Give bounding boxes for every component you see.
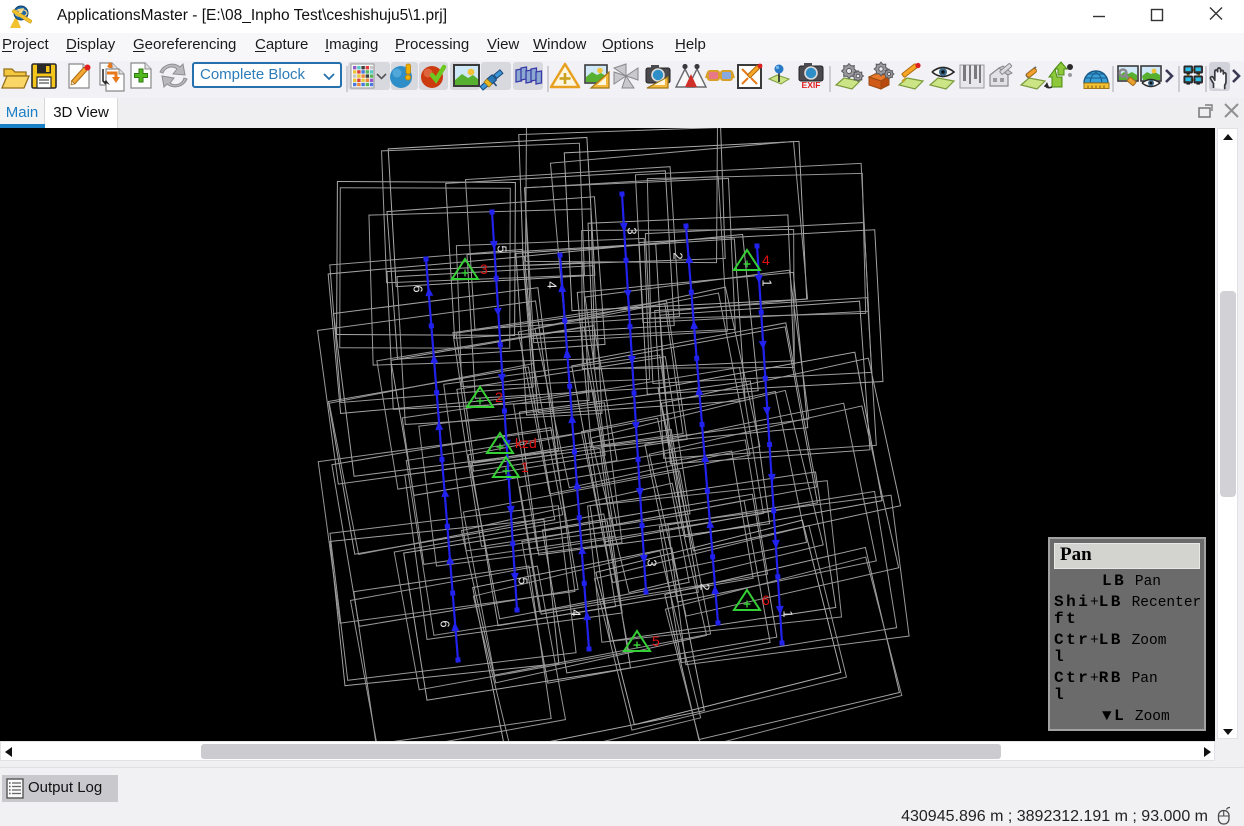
svg-text:1: 1: [760, 279, 775, 286]
svg-text:5: 5: [516, 577, 531, 584]
svg-text:1: 1: [521, 459, 529, 475]
svg-text:2: 2: [495, 389, 503, 405]
svg-text:5: 5: [495, 245, 510, 252]
svg-text:2: 2: [671, 252, 686, 259]
svg-text:2: 2: [698, 583, 713, 590]
svg-text:kzd: kzd: [515, 435, 537, 451]
svg-text:EXIF: EXIF: [802, 80, 821, 90]
svg-text:4: 4: [569, 609, 584, 616]
svg-text:3: 3: [625, 227, 640, 234]
svg-text:6: 6: [411, 285, 426, 292]
svg-text:6: 6: [438, 620, 453, 627]
svg-text:1: 1: [781, 610, 796, 617]
svg-text:3: 3: [480, 261, 488, 277]
svg-text:3: 3: [645, 559, 660, 566]
svg-text:6: 6: [762, 592, 770, 608]
svg-text:4: 4: [762, 252, 770, 268]
svg-text:4: 4: [545, 281, 560, 288]
svg-text:5: 5: [652, 633, 660, 649]
